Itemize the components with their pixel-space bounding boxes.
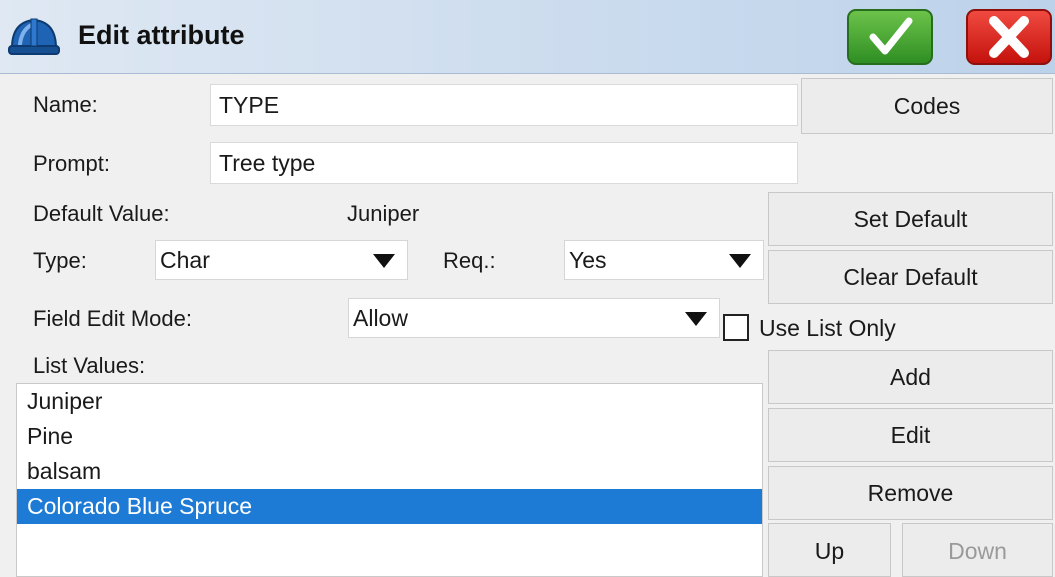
list-values-label: List Values: bbox=[33, 353, 146, 378]
list-item[interactable]: balsam bbox=[17, 454, 762, 489]
cancel-button[interactable] bbox=[966, 9, 1052, 65]
add-button[interactable]: Add bbox=[768, 350, 1053, 404]
name-label: Name: bbox=[33, 92, 98, 117]
up-button[interactable]: Up bbox=[768, 523, 891, 577]
x-icon bbox=[989, 16, 1029, 58]
use-list-only-label: Use List Only bbox=[759, 315, 896, 341]
chevron-down-icon bbox=[729, 254, 751, 268]
chevron-down-icon bbox=[685, 312, 707, 326]
clear-default-button[interactable]: Clear Default bbox=[768, 250, 1053, 304]
dialog-title: Edit attribute bbox=[78, 20, 245, 50]
down-button[interactable]: Down bbox=[902, 523, 1053, 577]
edit-button[interactable]: Edit bbox=[768, 408, 1053, 462]
list-values-box[interactable]: Juniper Pine balsam Colorado Blue Spruce bbox=[16, 383, 763, 577]
req-dropdown[interactable]: Yes bbox=[564, 240, 764, 280]
use-list-only-checkbox[interactable] bbox=[723, 314, 749, 341]
chevron-down-icon bbox=[373, 254, 395, 268]
title-bar: Edit attribute bbox=[0, 0, 1055, 74]
remove-button[interactable]: Remove bbox=[768, 466, 1053, 520]
default-value-label: Default Value: bbox=[33, 201, 170, 226]
type-dropdown-value: Char bbox=[160, 247, 210, 273]
req-label: Req.: bbox=[443, 248, 496, 273]
list-item-selected[interactable]: Colorado Blue Spruce bbox=[17, 489, 762, 524]
name-input[interactable]: TYPE bbox=[210, 84, 798, 126]
req-dropdown-value: Yes bbox=[569, 247, 607, 273]
field-edit-mode-label: Field Edit Mode: bbox=[33, 306, 192, 331]
prompt-label: Prompt: bbox=[33, 151, 111, 176]
accept-button[interactable] bbox=[847, 9, 933, 65]
type-label: Type: bbox=[33, 248, 87, 273]
field-edit-mode-dropdown[interactable]: Allow bbox=[348, 298, 720, 338]
set-default-button[interactable]: Set Default bbox=[768, 192, 1053, 246]
type-dropdown[interactable]: Char bbox=[155, 240, 408, 280]
list-item[interactable]: Juniper bbox=[17, 384, 762, 419]
hard-hat-icon bbox=[8, 14, 60, 58]
field-edit-mode-value: Allow bbox=[353, 305, 408, 331]
default-value: Juniper bbox=[347, 201, 420, 226]
codes-button[interactable]: Codes bbox=[801, 78, 1053, 134]
checkmark-icon bbox=[869, 17, 913, 55]
list-item[interactable]: Pine bbox=[17, 419, 762, 454]
prompt-input[interactable]: Tree type bbox=[210, 142, 798, 184]
